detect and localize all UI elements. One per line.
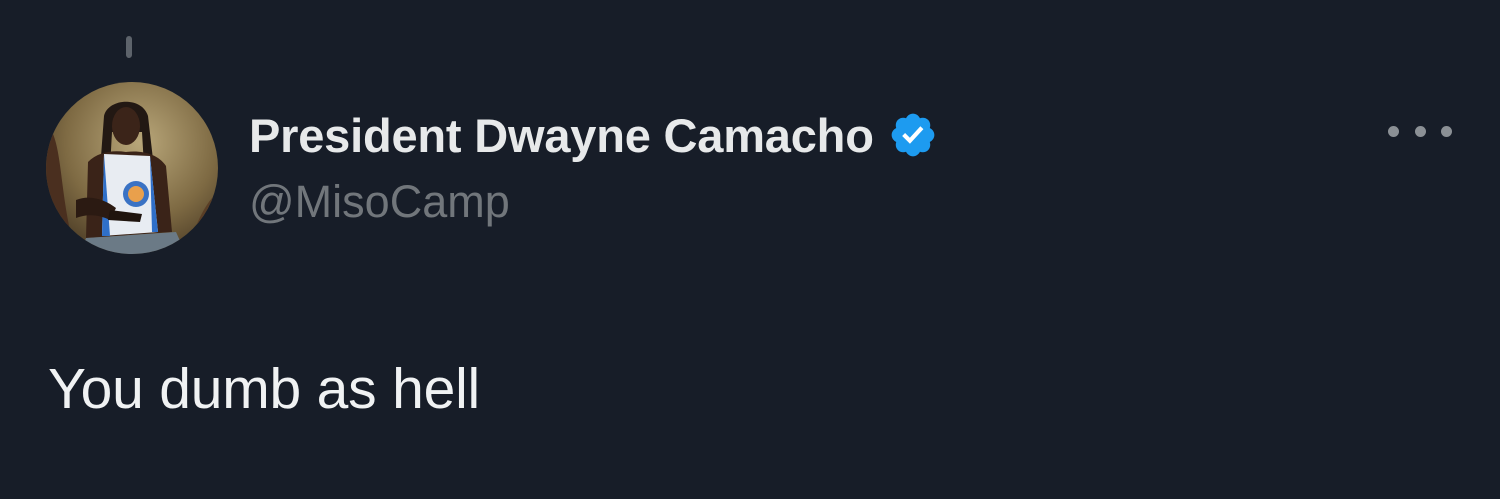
more-options-icon-dot xyxy=(1441,125,1452,137)
more-options-button[interactable] xyxy=(1388,116,1452,146)
avatar-image xyxy=(46,82,218,254)
tweet-text: You dumb as hell xyxy=(48,357,481,421)
author-avatar[interactable] xyxy=(46,82,218,254)
author-name-row: President Dwayne Camacho xyxy=(249,104,938,166)
more-options-icon xyxy=(1388,125,1399,137)
thread-connector-line xyxy=(126,36,132,58)
verified-badge-icon[interactable] xyxy=(888,110,938,160)
author-display-name[interactable]: President Dwayne Camacho xyxy=(249,108,874,163)
more-options-icon-dot xyxy=(1414,125,1426,137)
author-handle[interactable]: @MisoCamp xyxy=(249,176,510,228)
